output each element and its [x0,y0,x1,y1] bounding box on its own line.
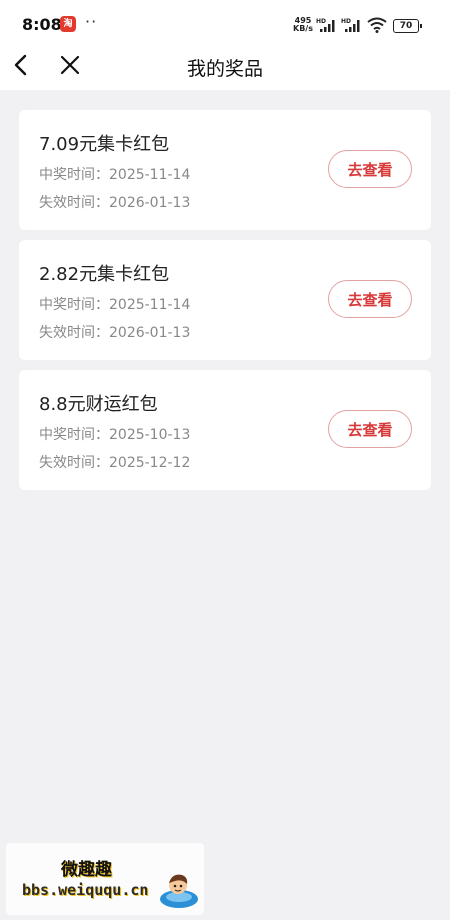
prize-name: 2.82元集卡红包 [39,264,170,285]
watermark-url: bbs.weiququ.cn [22,881,149,899]
signal-icon: HD [341,18,360,32]
prize-card: 2.82元集卡红包 中奖时间：2025-11-14 失效时间：2026-01-1… [19,240,431,360]
view-prize-button[interactable]: 去查看 [328,150,412,188]
expire-time: 失效时间：2026-01-13 [39,192,190,212]
expire-time-value: 2025-12-12 [109,455,191,471]
prize-list: 7.09元集卡红包 中奖时间：2025-11-14 失效时间：2026-01-1… [19,110,431,500]
expire-time-value: 2026-01-13 [109,195,191,211]
expire-time-value: 2026-01-13 [109,325,191,341]
expire-time: 失效时间：2026-01-13 [39,322,190,342]
status-bar: 8:08 淘 ·· 495 KB/s HD HD 70 [0,0,450,50]
mascot-icon [160,874,198,908]
won-time: 中奖时间：2025-11-14 [39,164,190,184]
won-time-value: 2025-10-13 [109,427,191,443]
won-time-value: 2025-11-14 [109,167,191,183]
expire-time: 失效时间：2025-12-12 [39,452,190,472]
won-time-label: 中奖时间： [39,167,109,183]
signal-hd-label: HD [316,18,326,25]
wifi-icon [367,17,387,33]
view-prize-button[interactable]: 去查看 [328,410,412,448]
won-time: 中奖时间：2025-11-14 [39,294,190,314]
network-speed: 495 KB/s [293,17,313,33]
signal-icon: HD [316,18,335,32]
won-time: 中奖时间：2025-10-13 [39,424,190,444]
signal-hd-label: HD [341,18,351,25]
nav-bar: 我的奖品 [0,50,450,90]
won-time-label: 中奖时间： [39,297,109,313]
prize-card: 7.09元集卡红包 中奖时间：2025-11-14 失效时间：2026-01-1… [19,110,431,230]
expire-time-label: 失效时间： [39,455,109,471]
more-notifications-icon: ·· [85,12,98,31]
taobao-app-icon: 淘 [60,16,76,32]
prize-name: 8.8元财运红包 [39,394,158,415]
expire-time-label: 失效时间： [39,325,109,341]
watermark-title: 微趣趣 [61,860,112,880]
network-speed-unit: KB/s [293,24,313,33]
watermark: 微趣趣 bbs.weiququ.cn [6,843,204,915]
battery-icon: 70 [393,19,422,33]
view-prize-button[interactable]: 去查看 [328,280,412,318]
prize-card: 8.8元财运红包 中奖时间：2025-10-13 失效时间：2025-12-12… [19,370,431,490]
prize-name: 7.09元集卡红包 [39,134,170,155]
page-title: 我的奖品 [186,58,263,80]
expire-time-label: 失效时间： [39,195,109,211]
won-time-value: 2025-11-14 [109,297,191,313]
won-time-label: 中奖时间： [39,427,109,443]
status-time: 8:08 [22,15,62,34]
